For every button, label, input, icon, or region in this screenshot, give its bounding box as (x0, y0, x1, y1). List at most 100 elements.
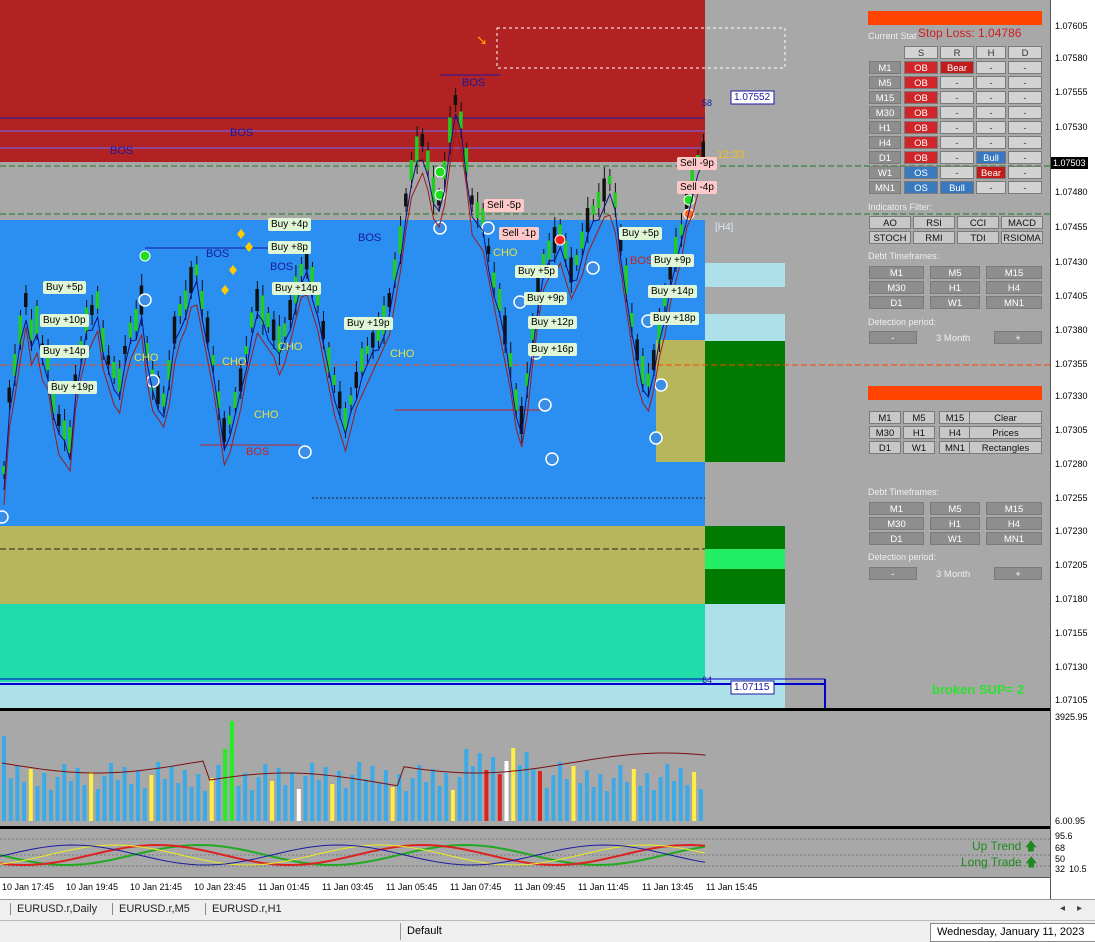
tab-scroll-right-icon[interactable]: ▸ (1077, 903, 1082, 914)
debt-tf-m30[interactable]: M30 (869, 281, 924, 294)
buy-signal-tag: Buy +9p (651, 254, 694, 267)
candle-body (194, 264, 199, 276)
candle-body (453, 95, 458, 105)
price-tick-label: 1.07530 (1055, 122, 1088, 132)
indicator-toggle-rsi[interactable]: RSI (913, 216, 955, 229)
volume-panel[interactable] (0, 711, 1050, 826)
indicator-toggle-cci[interactable]: CCI (957, 216, 999, 229)
buy-signal-tag: Buy +10p (40, 314, 89, 327)
oscillator-panel[interactable]: Up Trend 🡅 Long Trade 🡅 (0, 829, 1050, 877)
tf-button-h4[interactable]: H4 (939, 426, 971, 439)
supply-zone (0, 0, 705, 162)
tf-button-m15[interactable]: M15 (939, 411, 971, 424)
price-tick-label: 1.07330 (1055, 391, 1088, 401)
indicator-toggle-stoch[interactable]: STOCH (869, 231, 911, 244)
status-cell: - (940, 91, 974, 104)
volume-bar (182, 770, 187, 821)
debt-tf-w1[interactable]: W1 (930, 296, 980, 309)
debt-tf-h4[interactable]: H4 (986, 281, 1042, 294)
debt-tf-m30[interactable]: M30 (869, 517, 924, 530)
tf-button-h1[interactable]: H1 (903, 426, 935, 439)
volume-bar (102, 776, 107, 821)
volume-bar (223, 749, 228, 821)
debt-tf-d1[interactable]: D1 (869, 296, 924, 309)
tab-eurusd-daily[interactable]: EURUSD.r,Daily (10, 903, 103, 915)
tf-button-m5[interactable]: M5 (903, 411, 935, 424)
volume-bar (28, 769, 33, 821)
debt-tf-m15[interactable]: M15 (986, 502, 1042, 515)
indicator-toggle-tdi[interactable]: TDI (957, 231, 999, 244)
time-axis[interactable]: 10 Jan 17:45 10 Jan 19:45 10 Jan 21:45 10 J… (0, 877, 1050, 899)
buy-signal-tag: Buy +16p (528, 343, 577, 356)
indicator-toggle-rmi[interactable]: RMI (913, 231, 955, 244)
candle-body (426, 150, 430, 170)
tab-eurusd-m5[interactable]: EURUSD.r,M5 (112, 903, 196, 915)
indicator-toggle-ao[interactable]: AO (869, 216, 911, 229)
rectangles-button[interactable]: Rectangles (969, 441, 1042, 454)
level-bottom-label: 1.07115 (734, 682, 770, 693)
debt-tf-h4[interactable]: H4 (986, 517, 1042, 530)
tf-button-d1[interactable]: D1 (869, 441, 901, 454)
debt-tf-m15[interactable]: M15 (986, 266, 1042, 279)
bos-label: BOS (630, 255, 654, 267)
volume-max-label: 3925.95 (1055, 712, 1088, 722)
tab-eurusd-h1[interactable]: EURUSD.r,H1 (205, 903, 288, 915)
debt-tf-mn1[interactable]: MN1 (986, 532, 1042, 545)
indicator-toggle-rsioma[interactable]: RSIOMA (1001, 231, 1043, 244)
status-cell: Bear (940, 61, 974, 74)
tab-scroll-left-icon[interactable]: ◂ (1060, 903, 1065, 914)
candle-body (354, 372, 358, 388)
price-axis[interactable]: 1.07605 1.07580 1.07555 1.07530 1.07480 1.074… (1050, 0, 1095, 900)
debt-tf-m1[interactable]: M1 (869, 502, 924, 515)
buy-signal-tag: Buy +8p (268, 241, 311, 254)
debt-tf-d1[interactable]: D1 (869, 532, 924, 545)
price-chart[interactable]: Stop Loss: 1.04786 1.07552 58 1.07115 64… (0, 0, 1050, 708)
buy-signal-tag: Buy +19p (48, 381, 97, 394)
volume-bar (176, 783, 181, 821)
prices-button[interactable]: Prices (969, 426, 1042, 439)
detection-plus-button-2[interactable]: + (994, 567, 1042, 580)
candle-body (101, 328, 105, 352)
buy-signal-tag: Buy +19p (344, 317, 393, 330)
candle-body (299, 264, 303, 276)
indicator-toggle-macd[interactable]: MACD (1001, 216, 1043, 229)
volume-bar (618, 765, 623, 821)
detection-minus-button-2[interactable]: - (869, 567, 917, 580)
time-tick-label: 11 Jan 03:45 (322, 882, 374, 892)
volume-bar (129, 784, 134, 821)
tf-button-m1[interactable]: M1 (869, 411, 901, 424)
candle-body (266, 313, 270, 327)
detection-plus-button[interactable]: + (994, 331, 1042, 344)
debt-tf-m5[interactable]: M5 (930, 266, 980, 279)
tf-button-mn1[interactable]: MN1 (939, 441, 971, 454)
tf-button-w1[interactable]: W1 (903, 441, 935, 454)
volume-bar (692, 772, 697, 821)
debt-tf-m1[interactable]: M1 (869, 266, 924, 279)
debt-tf-m5[interactable]: M5 (930, 502, 980, 515)
status-cell: - (940, 166, 974, 179)
current-price-label: 1.07503 (1051, 157, 1088, 169)
status-cell: OB (904, 91, 938, 104)
volume-bar (437, 786, 442, 821)
candle-body (558, 224, 562, 236)
debt-tf-h1[interactable]: H1 (930, 517, 980, 530)
sell-signal-tag: Sell -5p (484, 199, 524, 212)
detection-minus-button[interactable]: - (869, 331, 917, 344)
volume-bar (316, 780, 321, 821)
tf-button-m30[interactable]: M30 (869, 426, 901, 439)
volume-bar (484, 770, 489, 821)
price-tick-label: 1.07605 (1055, 21, 1088, 31)
sell-signal-tag: Sell -1p (499, 227, 539, 240)
debt-tf-mn1[interactable]: MN1 (986, 296, 1042, 309)
status-cell: OB (904, 106, 938, 119)
volume-bar (571, 766, 576, 821)
clear-button[interactable]: Clear (969, 411, 1042, 424)
stop-loss-label: Stop Loss: 1.04786 (918, 26, 1022, 40)
status-cell: Bull (976, 151, 1006, 164)
volume-bar (357, 762, 362, 821)
candle-body (404, 193, 408, 207)
candle-body (134, 309, 138, 331)
candle-body (547, 240, 551, 260)
debt-tf-w1[interactable]: W1 (930, 532, 980, 545)
debt-tf-h1[interactable]: H1 (930, 281, 980, 294)
